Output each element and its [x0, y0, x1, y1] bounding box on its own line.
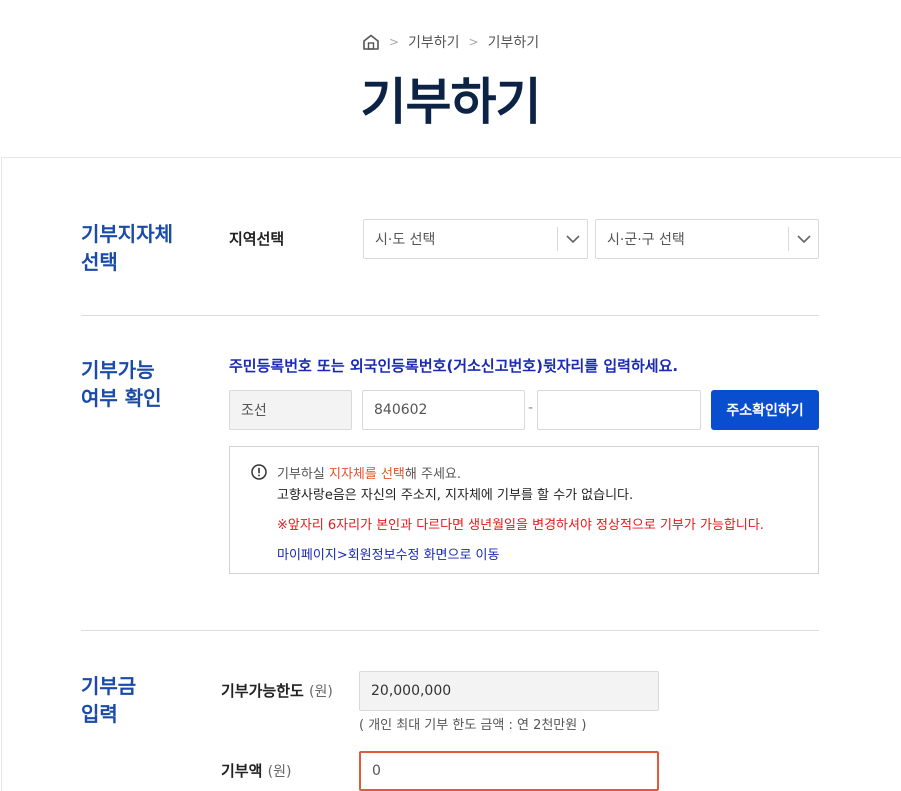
notice-warning: ※앞자리 6자리가 본인과 다르다면 생년월일을 변경하셔야 정상적으로 기부가…: [277, 518, 764, 533]
province-select-value: 시·도 선택: [375, 232, 436, 248]
check-address-button[interactable]: 주소확인하기: [711, 390, 819, 430]
section-title-line: 기부지자체: [81, 222, 173, 246]
limit-label: 기부가능한도 (원): [221, 680, 333, 701]
id-back-field[interactable]: [537, 390, 701, 430]
section-divider: [81, 630, 819, 631]
notice-text: 기부하실: [277, 467, 329, 482]
section-title-verify: 기부가능 여부 확인: [81, 356, 162, 412]
notice-line-1: 기부하실 지자체를 선택해 주세요.: [277, 463, 461, 482]
mypage-link[interactable]: 마이페이지>회원정보수정 화면으로 이동: [277, 544, 499, 563]
limit-label-text: 기부가능한도: [221, 682, 304, 700]
amount-label: 기부액 (원): [221, 760, 291, 781]
amount-input[interactable]: 0: [359, 751, 659, 791]
province-select[interactable]: 시·도 선택: [363, 219, 588, 259]
limit-field-value: 20,000,000: [371, 683, 452, 699]
region-label: 지역선택: [229, 230, 285, 248]
amount-label-text: 기부액: [221, 762, 263, 780]
home-icon[interactable]: [362, 33, 380, 51]
city-select-value: 시·군·구 선택: [607, 232, 685, 248]
chevron-down-icon[interactable]: [788, 227, 818, 251]
page-title: 기부하기: [360, 73, 542, 131]
breadcrumb-item-2[interactable]: 기부하기: [488, 32, 540, 52]
breadcrumb-separator-icon: >: [468, 35, 479, 49]
verify-instruction: 주민등록번호 또는 외국인등록번호(거소신고번호)뒷자리를 입력하세요.: [229, 357, 679, 375]
notice-line-2: 고향사랑e음은 자신의 주소지, 지자체에 기부를 할 수가 없습니다.: [277, 488, 634, 503]
chevron-down-icon[interactable]: [557, 227, 587, 251]
exclamation-icon: [251, 464, 267, 480]
notice-text: 해 주세요.: [404, 467, 461, 482]
breadcrumb: > 기부하기 > 기부하기: [0, 32, 901, 52]
breadcrumb-separator-icon: >: [388, 35, 399, 49]
section-title-amount: 기부금 입력: [81, 672, 136, 728]
section-title-line: 기부가능: [81, 358, 155, 382]
section-title-line: 입력: [81, 702, 118, 726]
amount-input-value: 0: [372, 763, 381, 779]
section-title-line: 기부금: [81, 674, 137, 698]
city-select[interactable]: 시·군·구 선택: [595, 219, 819, 259]
notice-box: 기부하실 지자체를 선택해 주세요. 고향사랑e음은 자신의 주소지, 지자체에…: [229, 446, 819, 574]
unit-label: (원): [267, 764, 292, 780]
name-field: 조선: [229, 390, 352, 430]
page-header: > 기부하기 > 기부하기 기부하기: [0, 0, 901, 157]
name-field-value: 조선: [241, 403, 267, 419]
section-title-line: 선택: [81, 250, 118, 274]
id-dash: -: [528, 400, 534, 416]
breadcrumb-item-1[interactable]: 기부하기: [408, 32, 460, 52]
limit-field: 20,000,000: [359, 671, 659, 711]
id-front-field[interactable]: 840602: [362, 390, 525, 430]
section-divider: [81, 315, 819, 316]
unit-label: (원): [309, 684, 333, 700]
notice-highlight: 지자체를 선택: [328, 467, 405, 482]
limit-hint: ( 개인 최대 기부 한도 금액 : 연 2천만원 ): [359, 718, 587, 733]
id-front-field-value: 840602: [374, 402, 428, 418]
section-title-line: 여부 확인: [81, 386, 162, 410]
section-title-region: 기부지자체 선택: [81, 220, 173, 276]
